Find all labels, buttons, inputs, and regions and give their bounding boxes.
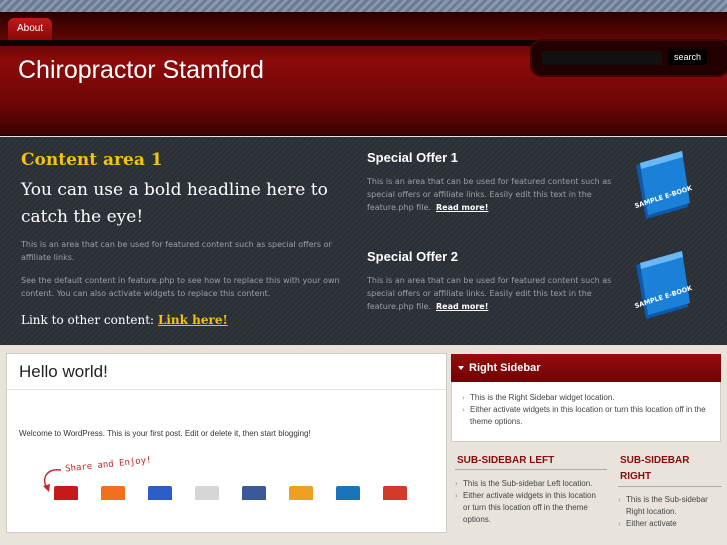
sub-sidebar-right-divider (618, 486, 722, 487)
site-title[interactable]: Chiropractor Stamford (18, 56, 264, 85)
link-here[interactable]: Link here! (158, 313, 228, 327)
top-stripe (0, 0, 727, 12)
feature-area: Content area 1 You can use a bold headli… (0, 137, 727, 345)
linkedin-icon[interactable] (336, 486, 360, 500)
nav-about-tab[interactable]: About (8, 18, 53, 40)
content-area-link-line: Link to other content: Link here! (21, 313, 228, 327)
digg-icon[interactable] (195, 486, 219, 500)
right-sidebar-header: Right Sidebar (451, 354, 721, 382)
sub-sidebar-left-divider (455, 469, 607, 470)
sub-sidebar-right-title: SUB-SIDEBAR RIGHT (620, 455, 690, 482)
facebook-icon[interactable] (242, 486, 266, 500)
read-more-link[interactable]: Read more! (436, 302, 488, 311)
offer-title: Special Offer 2 (367, 249, 459, 264)
content-area-title: Content area 1 (21, 150, 163, 170)
google-plus-icon[interactable] (383, 486, 407, 500)
post-title[interactable]: Hello world! (19, 362, 108, 382)
special-offer-2: Special Offer 2 This is an area that can… (367, 249, 612, 313)
list-item: This is the Sub-sidebar Left location. (455, 478, 605, 490)
link-prefix: Link to other content: (21, 313, 155, 327)
content-area-paragraph: See the default content in feature.php t… (21, 276, 340, 298)
share-label: Share and Enjoy! (64, 455, 152, 475)
post-divider (7, 389, 446, 390)
list-item: This is the Sub-sidebar Right location. (618, 494, 718, 518)
offer-text: This is an area that can be used for fea… (367, 276, 612, 311)
ebook-icon: SAMPLE E-BOOK (634, 251, 692, 319)
list-item: This is the Right Sidebar widget locatio… (462, 392, 710, 404)
blogger-icon[interactable] (101, 486, 125, 500)
right-sidebar-body: This is the Right Sidebar widget locatio… (451, 382, 721, 442)
offer-title: Special Offer 1 (367, 150, 459, 165)
search-input[interactable] (542, 51, 662, 65)
list-item: Either activate widgets in this location… (455, 490, 605, 526)
offer-text: This is an area that can be used for fea… (367, 177, 612, 212)
sub-sidebar-right-list: This is the Sub-sidebar Right location. … (618, 494, 718, 530)
main-content: Hello world! Welcome to WordPress. This … (6, 353, 447, 533)
ebook-icon: SAMPLE E-BOOK (634, 151, 692, 219)
post-body: Welcome to WordPress. This is your first… (19, 429, 311, 438)
content-area-paragraph: This is an area that can be used for fea… (21, 240, 332, 262)
read-more-link[interactable]: Read more! (436, 203, 488, 212)
delicious-icon[interactable] (148, 486, 172, 500)
special-offer-1: Special Offer 1 This is an area that can… (367, 150, 612, 214)
site-header: About Chiropractor Stamford search (0, 12, 727, 136)
list-item: Either activate widgets in this location… (462, 404, 710, 428)
search-box: search (530, 39, 727, 77)
youtube-icon[interactable] (54, 486, 78, 500)
search-button[interactable]: search (668, 49, 708, 65)
mixx-icon[interactable] (289, 486, 313, 500)
sub-sidebar-left-list: This is the Sub-sidebar Left location. E… (455, 478, 605, 526)
content-area-headline: You can use a bold headline here to catc… (21, 180, 328, 227)
list-item: Either activate (618, 518, 718, 530)
sub-sidebar-left-title: SUB-SIDEBAR LEFT (457, 455, 555, 466)
